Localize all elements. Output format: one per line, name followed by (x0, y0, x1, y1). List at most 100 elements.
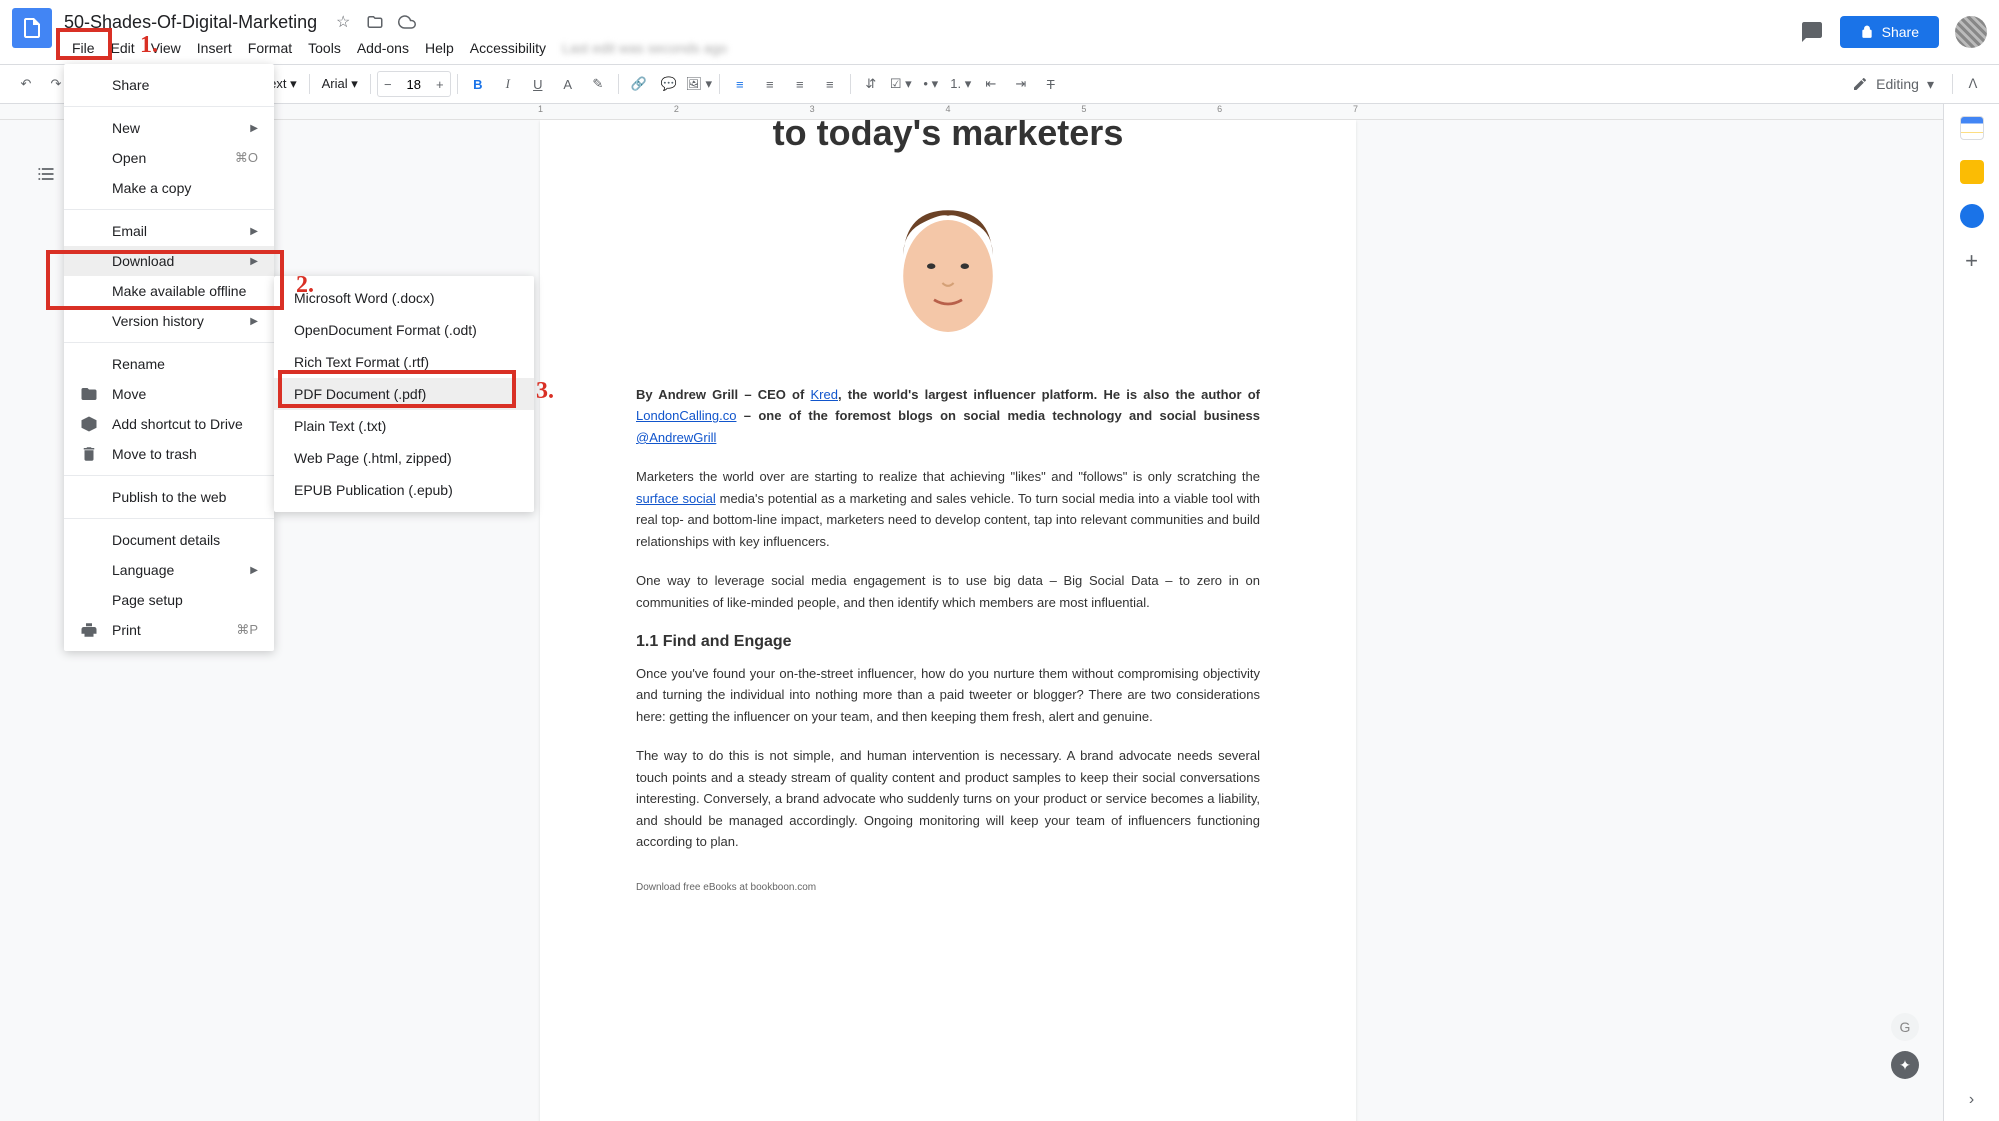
user-avatar[interactable] (1955, 16, 1987, 48)
text-color-button[interactable]: A (554, 70, 582, 98)
chevron-right-icon: ▶ (250, 226, 258, 237)
file-menu-details[interactable]: Document details (64, 525, 274, 555)
increase-indent-icon[interactable]: ⇥ (1007, 70, 1035, 98)
insert-image-icon[interactable]: 🖼 ▾ (685, 70, 713, 98)
folder-icon (80, 385, 98, 403)
file-menu-share[interactable]: Share (64, 70, 274, 100)
side-panel: + › (1943, 104, 1999, 1121)
align-left-icon[interactable]: ≡ (726, 70, 754, 98)
undo-icon[interactable]: ↶ (12, 70, 40, 98)
menu-edit[interactable]: Edit (103, 36, 143, 60)
file-menu-language[interactable]: Language▶ (64, 555, 274, 585)
file-menu-trash[interactable]: Move to trash (64, 439, 274, 469)
menu-file[interactable]: File (64, 36, 103, 60)
comments-icon[interactable] (1800, 20, 1824, 44)
file-menu-dropdown: Share New▶ Open⌘O Make a copy Email▶ Dow… (64, 64, 274, 651)
download-submenu: Microsoft Word (.docx) OpenDocument Form… (274, 276, 534, 512)
toolbar: ↶ ↷ 🖶 Ā 🖌 100% ▾ Normal text ▾ Arial ▾ −… (0, 64, 1999, 104)
paragraph-3: Once you've found your on-the-street inf… (636, 663, 1260, 727)
font-size-input[interactable] (398, 77, 430, 92)
chevron-right-icon: ▶ (250, 256, 258, 267)
document-outline-icon[interactable] (36, 164, 64, 192)
font-size-control: − + (377, 71, 451, 97)
checklist-icon[interactable]: ☑ ▾ (887, 70, 915, 98)
docs-logo-icon[interactable] (12, 8, 52, 48)
chevron-right-icon: ▶ (250, 123, 258, 134)
cloud-status-icon[interactable] (397, 12, 417, 32)
horizontal-ruler[interactable]: 1234567 (0, 104, 1999, 120)
decrease-indent-icon[interactable]: ⇤ (977, 70, 1005, 98)
trash-icon (80, 445, 98, 463)
download-rtf[interactable]: Rich Text Format (.rtf) (274, 346, 534, 378)
font-select[interactable]: Arial ▾ (316, 72, 364, 96)
file-menu-move[interactable]: Move (64, 379, 274, 409)
app-header: 50-Shades-Of-Digital-Marketing ☆ File Ed… (0, 0, 1999, 64)
menu-insert[interactable]: Insert (189, 36, 240, 60)
share-button[interactable]: Share (1840, 16, 1939, 48)
highlight-button[interactable]: ✎ (584, 70, 612, 98)
file-menu-print[interactable]: Print⌘P (64, 615, 274, 645)
document-title[interactable]: 50-Shades-Of-Digital-Marketing (64, 12, 317, 33)
file-menu-offline[interactable]: Make available offline (64, 276, 274, 306)
lock-icon (1860, 25, 1874, 39)
grammarly-badge-icon[interactable]: G (1891, 1013, 1919, 1041)
paragraph-1: Marketers the world over are starting to… (636, 466, 1260, 552)
keep-addon-icon[interactable] (1960, 160, 1984, 184)
download-txt[interactable]: Plain Text (.txt) (274, 410, 534, 442)
font-size-increase[interactable]: + (430, 72, 450, 96)
file-menu-download[interactable]: Download▶ (64, 246, 274, 276)
chevron-right-icon: ▶ (250, 565, 258, 576)
download-html[interactable]: Web Page (.html, zipped) (274, 442, 534, 474)
calendar-addon-icon[interactable] (1960, 116, 1984, 140)
file-menu-rename[interactable]: Rename (64, 349, 274, 379)
addons-plus-icon[interactable]: + (1965, 248, 1978, 274)
collapse-toolbar-icon[interactable]: ᐱ (1959, 70, 1987, 98)
bold-button[interactable]: B (464, 70, 492, 98)
paragraph-2: One way to leverage social media engagem… (636, 570, 1260, 613)
tasks-addon-icon[interactable] (1960, 204, 1984, 228)
menu-tools[interactable]: Tools (300, 36, 349, 60)
file-menu-email[interactable]: Email▶ (64, 216, 274, 246)
file-menu-version-history[interactable]: Version history▶ (64, 306, 274, 336)
surface-link[interactable]: surface social (636, 491, 716, 506)
star-icon[interactable]: ☆ (333, 12, 353, 32)
editing-mode-button[interactable]: Editing ▾ (1840, 72, 1946, 97)
download-epub[interactable]: EPUB Publication (.epub) (274, 474, 534, 506)
align-center-icon[interactable]: ≡ (756, 70, 784, 98)
insert-link-icon[interactable]: 🔗 (625, 70, 653, 98)
file-menu-publish[interactable]: Publish to the web (64, 482, 274, 512)
share-label: Share (1882, 24, 1919, 40)
page-footer: Download free eBooks at bookboon.com (636, 882, 1260, 893)
kred-link[interactable]: Kred (811, 387, 838, 402)
page[interactable]: to today's marketers By Andrew Grill – C… (540, 120, 1356, 1121)
insert-comment-icon[interactable]: 💬 (655, 70, 683, 98)
move-folder-icon[interactable] (365, 12, 385, 32)
align-right-icon[interactable]: ≡ (786, 70, 814, 98)
menu-addons[interactable]: Add-ons (349, 36, 417, 60)
file-menu-page-setup[interactable]: Page setup (64, 585, 274, 615)
hide-sidepanel-icon[interactable]: › (1969, 1091, 1974, 1109)
align-justify-icon[interactable]: ≡ (816, 70, 844, 98)
numbered-list-icon[interactable]: 1. ▾ (947, 70, 975, 98)
font-size-decrease[interactable]: − (378, 72, 398, 96)
italic-button[interactable]: I (494, 70, 522, 98)
download-pdf[interactable]: PDF Document (.pdf) (274, 378, 534, 410)
download-odt[interactable]: OpenDocument Format (.odt) (274, 314, 534, 346)
last-edit-text[interactable]: Last edit was seconds ago (554, 36, 735, 60)
menu-accessibility[interactable]: Accessibility (462, 36, 554, 60)
file-menu-open[interactable]: Open⌘O (64, 143, 274, 173)
menu-help[interactable]: Help (417, 36, 462, 60)
underline-button[interactable]: U (524, 70, 552, 98)
line-spacing-icon[interactable]: ⇵ (857, 70, 885, 98)
byline-paragraph: By Andrew Grill – CEO of Kred, the world… (636, 384, 1260, 448)
menu-format[interactable]: Format (240, 36, 300, 60)
london-link[interactable]: LondonCalling.co (636, 408, 736, 423)
explore-button-icon[interactable]: ✦ (1891, 1051, 1919, 1079)
file-menu-shortcut[interactable]: Add shortcut to Drive (64, 409, 274, 439)
file-menu-new[interactable]: New▶ (64, 113, 274, 143)
file-menu-make-copy[interactable]: Make a copy (64, 173, 274, 203)
menu-bar: File Edit View Insert Format Tools Add-o… (64, 36, 1800, 60)
clear-formatting-icon[interactable]: T (1037, 70, 1065, 98)
bulleted-list-icon[interactable]: • ▾ (917, 70, 945, 98)
twitter-link[interactable]: @AndrewGrill (636, 430, 716, 445)
